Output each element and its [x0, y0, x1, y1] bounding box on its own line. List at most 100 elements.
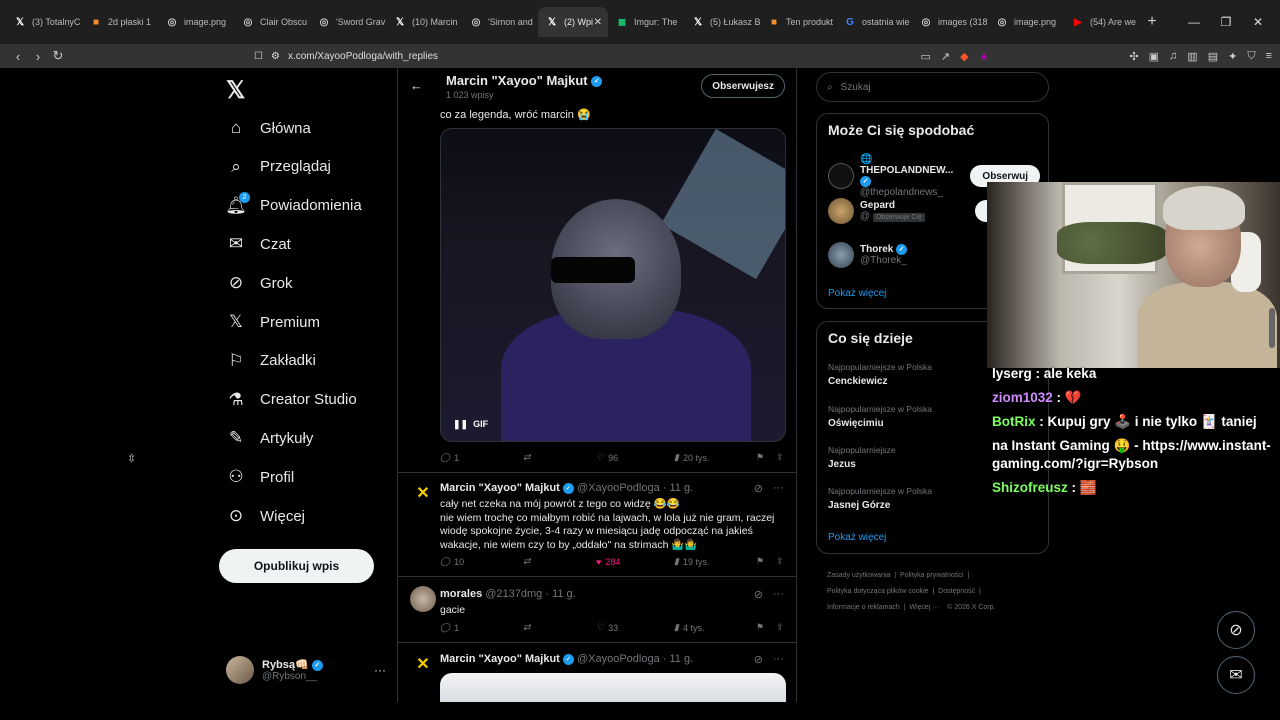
- pause-icon[interactable]: ❚❚: [453, 419, 468, 429]
- show-more-link[interactable]: Pokaż więcej: [828, 532, 886, 543]
- footer-link[interactable]: Zasady użytkowania: [827, 572, 890, 579]
- reload-icon[interactable]: ↻: [48, 48, 68, 64]
- browser-tab[interactable]: 𝕏 (3) TotalnyC: [6, 7, 82, 37]
- brave-shield-icon[interactable]: ◆: [960, 50, 968, 63]
- back-icon[interactable]: ‹: [8, 49, 28, 64]
- sidebar-item-9[interactable]: ⚇ Profil: [226, 464, 294, 490]
- sidebar-item-8[interactable]: ✎ Artykuły: [226, 425, 313, 451]
- url-field[interactable]: ☐ ⚙ x.com/XayooPodloga/with_replies: [254, 51, 438, 62]
- browser-tab[interactable]: ◎ image.png: [988, 7, 1064, 37]
- more-icon[interactable]: ···: [773, 588, 784, 601]
- sidebar-item-5[interactable]: 𝕏 Premium: [226, 309, 320, 335]
- share-button[interactable]: ⇪: [776, 622, 784, 633]
- sidebar-item-6[interactable]: ⚐ Zakładki: [226, 348, 315, 374]
- share-button[interactable]: ⇪: [776, 452, 784, 463]
- footer-link[interactable]: Informacje o reklamach: [827, 604, 900, 611]
- browser-tab[interactable]: ◎ Clair Obscu: [234, 7, 310, 37]
- browser-tab[interactable]: ■ 2d płaski 1: [82, 7, 158, 37]
- browser-tab[interactable]: 𝕏 (10) Marcin: [386, 7, 462, 37]
- views-button[interactable]: ▮ 20 tys.: [674, 452, 756, 463]
- trend-item[interactable]: Najpopularniejsze w Polska Oświęcimiu: [828, 404, 932, 429]
- grok-icon[interactable]: ⊘: [754, 588, 763, 601]
- trend-item[interactable]: Najpopularniejsze w Polska Jasnej Górze: [828, 486, 932, 511]
- share-icon[interactable]: ↗: [941, 50, 950, 63]
- new-tab-button[interactable]: +: [1140, 13, 1164, 31]
- back-arrow-icon[interactable]: ←: [410, 78, 423, 93]
- sidebar-item-2[interactable]: 🔔︎ 2 Powiadomienia: [225, 191, 362, 219]
- like-button[interactable]: ♡ 96: [596, 452, 674, 463]
- forward-icon[interactable]: ›: [28, 49, 48, 64]
- extensions-icon[interactable]: ✣: [1129, 50, 1138, 63]
- tweet-media[interactable]: [440, 673, 786, 702]
- more-icon[interactable]: ···: [773, 653, 784, 666]
- browser-tab[interactable]: ◼ Imgur: The: [608, 7, 684, 37]
- minimize-icon[interactable]: —: [1178, 15, 1210, 29]
- show-more-link[interactable]: Pokaż więcej: [828, 288, 886, 299]
- vpn-icon[interactable]: ⛉: [1247, 50, 1255, 63]
- music-icon[interactable]: ♫: [1169, 50, 1177, 63]
- sidebar-item-4[interactable]: ⊘ Grok: [226, 270, 293, 296]
- footer-link[interactable]: Więcej ···: [909, 604, 939, 611]
- screenshot-icon[interactable]: ▣: [1149, 50, 1159, 63]
- leo-ai-icon[interactable]: ✦: [1228, 50, 1237, 63]
- tweet[interactable]: ✕ Marcin "Xayoo" Majkut ✓ @XayooPodloga …: [398, 651, 796, 702]
- more-icon[interactable]: ···: [773, 482, 784, 495]
- browser-tab[interactable]: ◎ 'Simon and: [462, 7, 538, 37]
- browser-tab[interactable]: Gostatnia wie: [836, 7, 912, 37]
- browser-tab[interactable]: ■ Ten produkt: [760, 7, 836, 37]
- repost-button[interactable]: ⇄: [523, 556, 596, 567]
- bookmark-button[interactable]: ⚑: [756, 622, 776, 633]
- bookmark-button[interactable]: ⚑: [756, 556, 776, 567]
- account-switcher[interactable]: Rybsą👊🏻 ✓ @Rybson__ ···: [226, 656, 386, 684]
- bookmark-page-icon[interactable]: ☐: [254, 51, 263, 62]
- maximize-icon[interactable]: ❐: [1210, 15, 1242, 29]
- browser-tab[interactable]: 𝕏 (5) Łukasz B: [684, 7, 760, 37]
- browser-tab[interactable]: ▶ (54) Are we: [1064, 7, 1140, 37]
- like-button[interactable]: ♥ 284: [596, 557, 674, 567]
- post-button[interactable]: Opublikuj wpis: [219, 549, 374, 583]
- rewards-icon[interactable]: ▲: [979, 50, 990, 63]
- trend-item[interactable]: Najpopularniejsze Jezus: [828, 445, 896, 470]
- messages-float-button[interactable]: ✉: [1217, 656, 1255, 694]
- wallet-icon[interactable]: ▤: [1208, 50, 1218, 63]
- share-button[interactable]: ⇪: [776, 556, 784, 567]
- gif-controls[interactable]: ❚❚ GIF: [453, 419, 488, 430]
- grok-icon[interactable]: ⊘: [754, 653, 763, 666]
- browser-tab[interactable]: ◎ 'Sword Grav: [310, 7, 386, 37]
- x-logo-icon[interactable]: 𝕏: [226, 76, 245, 105]
- tweet[interactable]: morales @2137dmg · 11 g. ⊘ ··· gacie: [398, 586, 796, 626]
- close-tab-icon[interactable]: ✕: [594, 17, 602, 28]
- gif-media[interactable]: ❚❚ GIF: [440, 128, 786, 442]
- sidebar-item-1[interactable]: ⌕ Przeglądaj: [226, 154, 331, 180]
- repost-button[interactable]: ⇄: [523, 452, 596, 463]
- cast-icon[interactable]: ▭: [920, 50, 930, 63]
- browser-tab[interactable]: 𝕏 (2) Wpi ✕: [538, 7, 608, 37]
- scrollbar[interactable]: [1269, 308, 1275, 348]
- avatar[interactable]: ✕: [410, 651, 436, 677]
- grok-float-button[interactable]: ⊘: [1217, 611, 1255, 649]
- site-info-icon[interactable]: ⚙: [271, 51, 280, 62]
- reply-button[interactable]: ◯ 1: [440, 622, 523, 633]
- footer-link[interactable]: Polityka prywatności: [900, 572, 963, 579]
- close-window-icon[interactable]: ✕: [1242, 15, 1274, 29]
- reply-button[interactable]: ◯ 1: [440, 452, 523, 463]
- avatar[interactable]: [410, 586, 436, 612]
- views-button[interactable]: ▮ 4 tys.: [674, 622, 756, 633]
- sidebar-toggle-icon[interactable]: ▥: [1187, 50, 1197, 63]
- browser-tab[interactable]: ◎ image.png: [158, 7, 234, 37]
- sidebar-item-7[interactable]: ⚗ Creator Studio: [226, 387, 356, 413]
- following-button[interactable]: Obserwujesz: [701, 74, 785, 98]
- avatar[interactable]: ✕: [410, 480, 436, 506]
- footer-link[interactable]: Polityka dotycząca plików cookie: [827, 588, 929, 595]
- sidebar-item-3[interactable]: ✉ Czat: [226, 231, 291, 257]
- more-icon[interactable]: ···: [374, 663, 386, 677]
- grok-icon[interactable]: ⊘: [754, 482, 763, 495]
- sidebar-item-10[interactable]: ⊙ Więcej: [226, 503, 305, 529]
- bookmark-button[interactable]: ⚑: [756, 452, 776, 463]
- footer-link[interactable]: Dostępność: [938, 588, 975, 595]
- search-input[interactable]: ⌕ Szukaj: [816, 72, 1049, 102]
- like-button[interactable]: ♡ 33: [596, 622, 674, 633]
- views-button[interactable]: ▮ 19 tys.: [674, 556, 756, 567]
- repost-button[interactable]: ⇄: [523, 622, 596, 633]
- trend-item[interactable]: Najpopularniejsze w Polska Cenckiewicz: [828, 362, 932, 387]
